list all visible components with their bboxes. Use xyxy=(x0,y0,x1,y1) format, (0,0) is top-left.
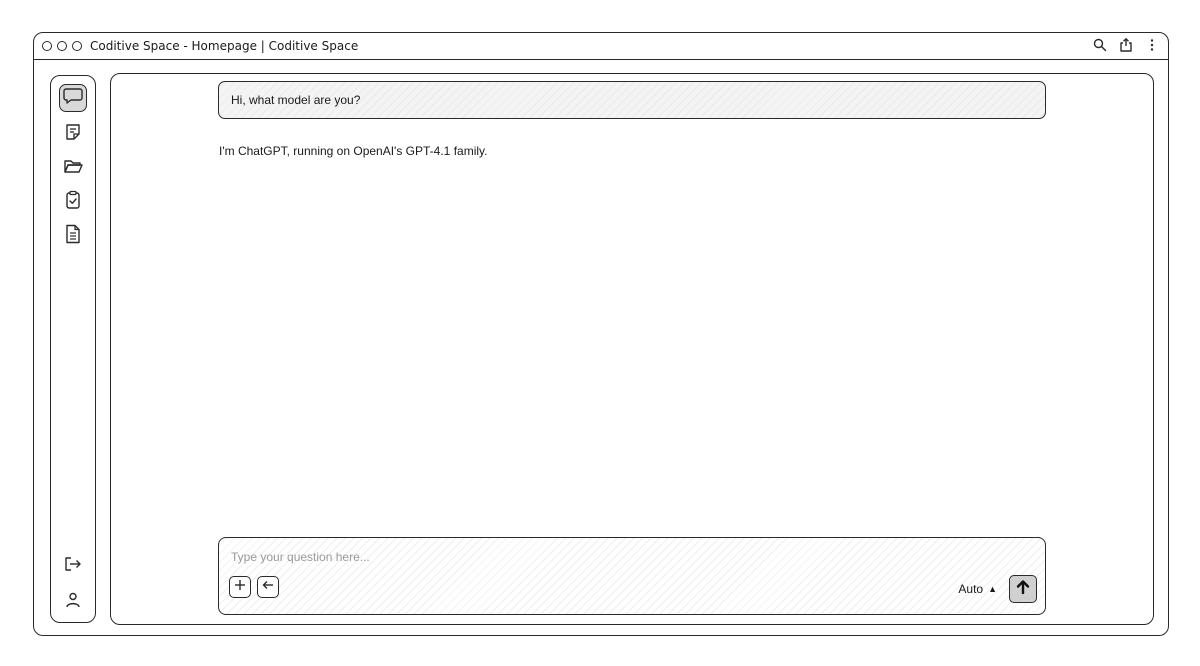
clipboard-check-icon xyxy=(64,190,82,215)
share-icon[interactable] xyxy=(1118,36,1134,54)
composer: Auto ▲ xyxy=(218,537,1046,615)
sidebar-footer xyxy=(51,554,95,614)
profile-button[interactable] xyxy=(60,590,86,614)
chat-bubble-icon xyxy=(63,87,83,110)
search-icon[interactable] xyxy=(1092,36,1108,54)
assistant-message: I'm ChatGPT, running on OpenAI's GPT-4.1… xyxy=(219,144,488,158)
back-button[interactable] xyxy=(257,576,279,598)
arrow-left-icon xyxy=(262,578,274,596)
sidebar-item-notes[interactable] xyxy=(60,122,86,146)
sidebar-item-tasks[interactable] xyxy=(60,190,86,214)
sidebar-item-chat[interactable] xyxy=(59,84,87,112)
window-controls xyxy=(42,41,82,51)
sidebar-item-documents[interactable] xyxy=(60,224,86,248)
app-window: Coditive Space - Homepage | Coditive Spa… xyxy=(33,32,1169,636)
composer-controls: Auto ▲ xyxy=(958,575,1037,603)
arrow-up-icon xyxy=(1015,579,1031,600)
user-message-text: Hi, what model are you? xyxy=(231,93,361,107)
title-actions xyxy=(1092,36,1160,54)
note-icon xyxy=(64,123,82,146)
folder-icon xyxy=(63,157,83,180)
maximize-window-button[interactable] xyxy=(72,41,82,51)
more-vertical-icon[interactable] xyxy=(1144,36,1160,54)
sidebar-item-folders[interactable] xyxy=(60,156,86,180)
composer-actions xyxy=(229,576,279,598)
title-bar: Coditive Space - Homepage | Coditive Spa… xyxy=(34,33,1168,60)
chat-panel: Hi, what model are you? I'm ChatGPT, run… xyxy=(110,73,1154,625)
minimize-window-button[interactable] xyxy=(57,41,67,51)
document-icon xyxy=(64,224,82,249)
sidebar xyxy=(50,75,96,623)
plus-icon xyxy=(234,578,246,596)
model-select-label: Auto xyxy=(958,582,984,596)
logout-button[interactable] xyxy=(60,554,86,578)
window-title: Coditive Space - Homepage | Coditive Spa… xyxy=(90,39,359,53)
user-message: Hi, what model are you? xyxy=(218,81,1046,119)
logout-icon xyxy=(63,555,83,578)
question-input[interactable] xyxy=(231,550,831,564)
caret-up-icon: ▲ xyxy=(988,584,997,594)
model-select[interactable]: Auto ▲ xyxy=(958,582,997,596)
add-button[interactable] xyxy=(229,576,251,598)
user-icon xyxy=(64,591,82,614)
close-window-button[interactable] xyxy=(42,41,52,51)
send-button[interactable] xyxy=(1009,575,1037,603)
sidebar-nav xyxy=(51,84,95,248)
